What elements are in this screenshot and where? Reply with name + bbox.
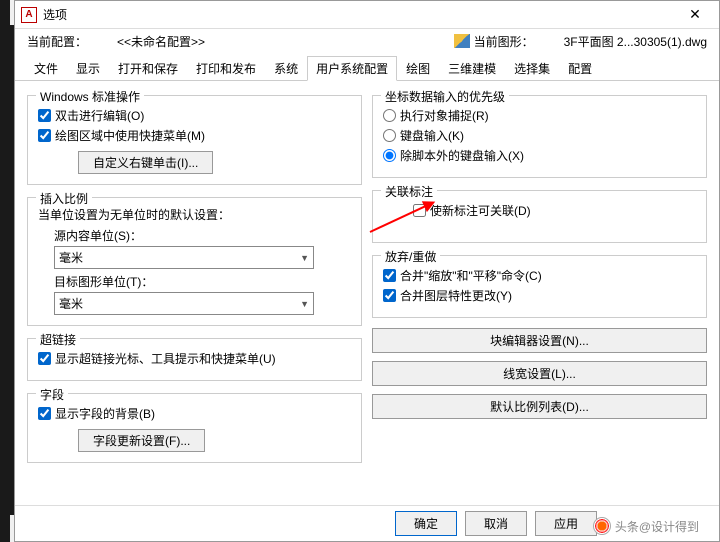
group-fields: 字段 显示字段的背景(B) 字段更新设置(F)... [27, 393, 362, 463]
checkbox-dblclick-input[interactable] [38, 109, 51, 122]
group-title-insert-scale: 插入比例 [36, 190, 92, 207]
watermark: 头条@设计得到 [593, 517, 699, 535]
current-profile-value: <<未命名配置>> [117, 33, 205, 50]
target-units-value: 毫米 [59, 295, 83, 312]
group-title-assoc: 关联标注 [381, 183, 437, 200]
checkbox-shortcut-label: 绘图区域中使用快捷菜单(M) [55, 127, 205, 144]
button-custom-rightclick[interactable]: 自定义右键单击(I)... [78, 151, 213, 174]
tab-drafting[interactable]: 绘图 [397, 56, 439, 81]
current-profile-label: 当前配置： [27, 33, 87, 50]
checkbox-layer-label: 合并图层特性更改(Y) [400, 287, 512, 304]
radio-osnap[interactable]: 执行对象捕捉(R) [383, 107, 696, 124]
current-drawing-label: 当前图形： [474, 33, 534, 50]
radio-keyboard-except-script[interactable]: 除脚本外的键盘输入(X) [383, 147, 696, 164]
checkbox-shortcut-input[interactable] [38, 129, 51, 142]
watermark-icon [593, 517, 611, 535]
radio-keyboard[interactable]: 键盘输入(K) [383, 127, 696, 144]
group-windows-standard: Windows 标准操作 双击进行编辑(O) 绘图区域中使用快捷菜单(M) 自定… [27, 95, 362, 185]
checkbox-zoompan-label: 合并"缩放"和"平移"命令(C) [400, 267, 542, 284]
group-coordinate-priority: 坐标数据输入的优先级 执行对象捕捉(R) 键盘输入(K) 除脚本外的键盘输入(X… [372, 95, 707, 178]
group-undo-redo: 放弃/重做 合并"缩放"和"平移"命令(C) 合并图层特性更改(Y) [372, 255, 707, 318]
checkbox-combine-zoom-pan[interactable]: 合并"缩放"和"平移"命令(C) [383, 267, 696, 284]
group-title-fields: 字段 [36, 386, 68, 403]
right-button-stack: 块编辑器设置(N)... 线宽设置(L)... 默认比例列表(D)... [372, 328, 707, 419]
tab-profiles[interactable]: 配置 [559, 56, 601, 81]
checkbox-dblclick-edit[interactable]: 双击进行编辑(O) [38, 107, 351, 124]
window-title: 选项 [43, 6, 67, 23]
tab-plot[interactable]: 打印和发布 [187, 56, 265, 81]
button-block-editor-settings[interactable]: 块编辑器设置(N)... [372, 328, 707, 353]
apply-button[interactable]: 应用 [535, 511, 597, 536]
drawing-icon [454, 34, 470, 48]
titlebar: A 选项 ✕ [15, 1, 719, 29]
group-hyperlink: 超链接 显示超链接光标、工具提示和快捷菜单(U) [27, 338, 362, 381]
radio-except-script-input[interactable] [383, 149, 396, 162]
checkbox-hyperlink-label: 显示超链接光标、工具提示和快捷菜单(U) [55, 350, 276, 367]
left-column: Windows 标准操作 双击进行编辑(O) 绘图区域中使用快捷菜单(M) 自定… [27, 89, 362, 463]
radio-keyboard-input[interactable] [383, 129, 396, 142]
tab-opensave[interactable]: 打开和保存 [109, 56, 187, 81]
checkbox-assoc-label: 使新标注可关联(D) [430, 202, 531, 219]
tab-display[interactable]: 显示 [67, 56, 109, 81]
target-units-select[interactable]: 毫米 ▼ [54, 292, 314, 315]
button-field-update-settings[interactable]: 字段更新设置(F)... [78, 429, 205, 452]
chevron-down-icon: ▼ [300, 253, 309, 263]
tab-system[interactable]: 系统 [265, 56, 307, 81]
checkbox-zoompan-input[interactable] [383, 269, 396, 282]
current-drawing-value: 3F平面图 2...30305(1).dwg [564, 33, 707, 50]
checkbox-combine-layer[interactable]: 合并图层特性更改(Y) [383, 287, 696, 304]
radio-osnap-label: 执行对象捕捉(R) [400, 107, 489, 124]
checkbox-hyperlink[interactable]: 显示超链接光标、工具提示和快捷菜单(U) [38, 350, 351, 367]
background-dark-2 [0, 25, 14, 515]
cancel-button[interactable]: 取消 [465, 511, 527, 536]
checkbox-layer-input[interactable] [383, 289, 396, 302]
source-units-select[interactable]: 毫米 ▼ [54, 246, 314, 269]
tab-selection[interactable]: 选择集 [505, 56, 559, 81]
radio-osnap-input[interactable] [383, 109, 396, 122]
content-area: Windows 标准操作 双击进行编辑(O) 绘图区域中使用快捷菜单(M) 自定… [15, 81, 719, 471]
group-title-undo: 放弃/重做 [381, 248, 440, 265]
checkbox-dblclick-label: 双击进行编辑(O) [55, 107, 144, 124]
button-default-scale-list[interactable]: 默认比例列表(D)... [372, 394, 707, 419]
tab-3d[interactable]: 三维建模 [439, 56, 505, 81]
chevron-down-icon: ▼ [300, 299, 309, 309]
close-button[interactable]: ✕ [675, 1, 715, 29]
watermark-text: 头条@设计得到 [615, 518, 699, 535]
group-associative-dim: 关联标注 使新标注可关联(D) [372, 190, 707, 243]
checkbox-fields-input[interactable] [38, 407, 51, 420]
checkbox-fields-label: 显示字段的背景(B) [55, 405, 155, 422]
tab-strip: 文件 显示 打开和保存 打印和发布 系统 用户系统配置 绘图 三维建模 选择集 … [15, 55, 719, 81]
checkbox-shortcut-menu[interactable]: 绘图区域中使用快捷菜单(M) [38, 127, 351, 144]
options-dialog: A 选项 ✕ 当前配置： <<未命名配置>> 当前图形： 3F平面图 2...3… [14, 0, 720, 542]
checkbox-assoc-input[interactable] [413, 204, 426, 217]
group-title-windows: Windows 标准操作 [36, 88, 144, 105]
tab-user-prefs[interactable]: 用户系统配置 [307, 56, 397, 81]
ok-button[interactable]: 确定 [395, 511, 457, 536]
radio-keyboard-label: 键盘输入(K) [400, 127, 464, 144]
group-title-priority: 坐标数据输入的优先级 [381, 88, 509, 105]
group-insert-scale: 插入比例 当单位设置为无单位时的默认设置： 源内容单位(S)： 毫米 ▼ 目标图… [27, 197, 362, 326]
radio-except-script-label: 除脚本外的键盘输入(X) [400, 147, 524, 164]
target-units-label: 目标图形单位(T)： [54, 273, 351, 290]
group-title-hyperlink: 超链接 [36, 331, 80, 348]
source-units-label: 源内容单位(S)： [54, 227, 351, 244]
tab-files[interactable]: 文件 [25, 56, 67, 81]
source-units-value: 毫米 [59, 249, 83, 266]
checkbox-assoc-dim[interactable]: 使新标注可关联(D) [413, 202, 696, 219]
insert-scale-subtitle: 当单位设置为无单位时的默认设置： [38, 206, 351, 223]
right-column: 坐标数据输入的优先级 执行对象捕捉(R) 键盘输入(K) 除脚本外的键盘输入(X… [372, 89, 707, 463]
checkbox-fields-bg[interactable]: 显示字段的背景(B) [38, 405, 351, 422]
button-lineweight-settings[interactable]: 线宽设置(L)... [372, 361, 707, 386]
profile-row: 当前配置： <<未命名配置>> 当前图形： 3F平面图 2...30305(1)… [15, 29, 719, 53]
autocad-icon: A [21, 7, 37, 23]
checkbox-hyperlink-input[interactable] [38, 352, 51, 365]
